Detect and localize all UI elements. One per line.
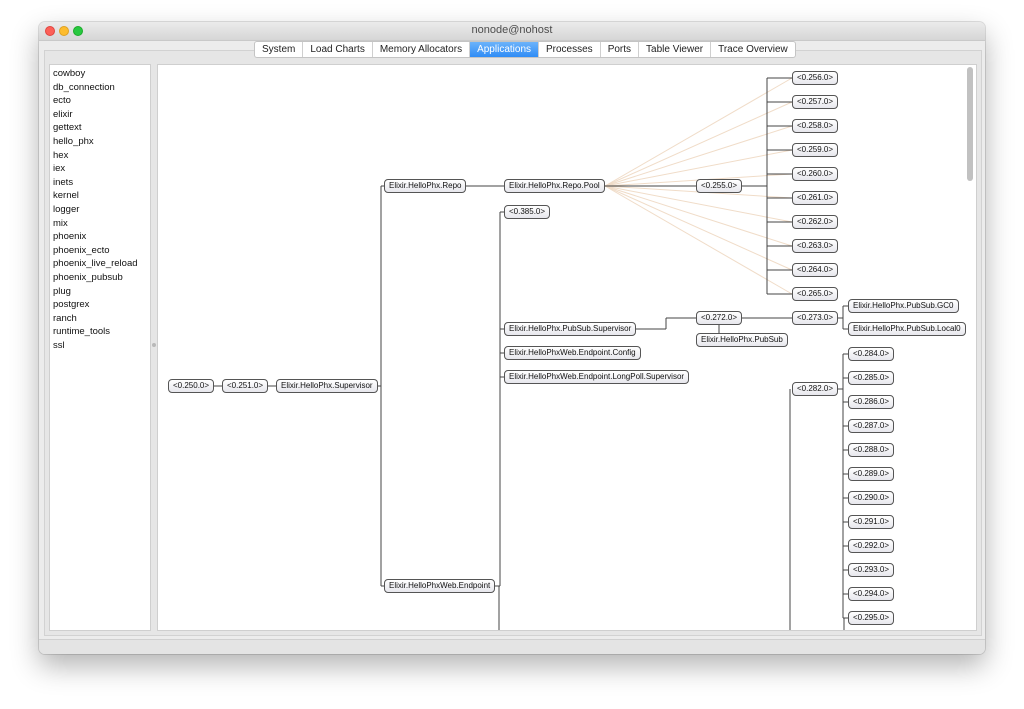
tree-node-n295[interactable]: <0.295.0> (848, 611, 895, 625)
sidebar-item-ecto[interactable]: ecto (50, 94, 150, 108)
tree-node-n260[interactable]: <0.260.0> (792, 167, 839, 181)
tree-node-pubsubsup[interactable]: Elixir.HelloPhx.PubSub.Supervisor (504, 322, 637, 336)
sidebar-item-ssl[interactable]: ssl (50, 339, 150, 353)
tree-node-n282[interactable]: <0.282.0> (792, 382, 839, 396)
tab-memory-allocators[interactable]: Memory Allocators (373, 42, 471, 57)
tree-node-n287[interactable]: <0.287.0> (848, 419, 895, 433)
tree-node-n286[interactable]: <0.286.0> (848, 395, 895, 409)
sidebar-item-mix[interactable]: mix (50, 217, 150, 231)
tree-node-n289[interactable]: <0.289.0> (848, 467, 895, 481)
tree-node-n273[interactable]: <0.273.0> (792, 311, 839, 325)
tree-node-n385[interactable]: <0.385.0> (504, 205, 551, 219)
tree-node-n272[interactable]: <0.272.0> (696, 311, 743, 325)
tree-node-n261[interactable]: <0.261.0> (792, 191, 839, 205)
sidebar-item-plug[interactable]: plug (50, 285, 150, 299)
tree-node-n285[interactable]: <0.285.0> (848, 371, 895, 385)
tree-node-n288[interactable]: <0.288.0> (848, 443, 895, 457)
tree-node-n293[interactable]: <0.293.0> (848, 563, 895, 577)
tree-node-n262[interactable]: <0.262.0> (792, 215, 839, 229)
sidebar-item-hex[interactable]: hex (50, 149, 150, 163)
link-edge-pool-n263 (604, 185, 793, 247)
tree-node-sup[interactable]: Elixir.HelloPhx.Supervisor (276, 379, 378, 393)
tree-node-pool[interactable]: Elixir.HelloPhx.Repo.Pool (504, 179, 605, 193)
tree-node-local0[interactable]: Elixir.HelloPhx.PubSub.Local0 (848, 322, 966, 336)
splitter-handle[interactable] (152, 343, 156, 347)
tree-node-n259[interactable]: <0.259.0> (792, 143, 839, 157)
sidebar-item-hello-phx[interactable]: hello_phx (50, 135, 150, 149)
tree-node-n264[interactable]: <0.264.0> (792, 263, 839, 277)
link-edge-pool-n264 (604, 185, 793, 271)
sidebar-item-postgrex[interactable]: postgrex (50, 298, 150, 312)
tab-load-charts[interactable]: Load Charts (303, 42, 373, 57)
sidebar-item-logger[interactable]: logger (50, 203, 150, 217)
tree-node-n255[interactable]: <0.255.0> (696, 179, 743, 193)
tree-node-epconfig[interactable]: Elixir.HelloPhxWeb.Endpoint.Config (504, 346, 641, 360)
tree-node-n284[interactable]: <0.284.0> (848, 347, 895, 361)
tree-node-longpoll[interactable]: Elixir.HelloPhxWeb.Endpoint.LongPoll.Sup… (504, 370, 690, 384)
supervision-tree-view[interactable]: <0.250.0> <0.251.0> Elixir.HelloPhx.Superv… (157, 64, 977, 631)
sidebar-item-kernel[interactable]: kernel (50, 189, 150, 203)
sidebar-item-phoenix-ecto[interactable]: phoenix_ecto (50, 244, 150, 258)
tab-table-viewer[interactable]: Table Viewer (639, 42, 712, 57)
sidebar-item-runtime-tools[interactable]: runtime_tools (50, 325, 150, 339)
tree-node-n294[interactable]: <0.294.0> (848, 587, 895, 601)
title-bar: nonode@nohost (39, 22, 985, 41)
sidebar-item-iex[interactable]: iex (50, 162, 150, 176)
applications-list[interactable]: cowboy db_connection ecto elixir gettext hell… (49, 64, 151, 631)
tree-node-n257[interactable]: <0.257.0> (792, 95, 839, 109)
sidebar-item-phoenix-live-reload[interactable]: phoenix_live_reload (50, 257, 150, 271)
link-edge-pool-n265 (604, 185, 793, 295)
tab-processes[interactable]: Processes (539, 42, 601, 57)
tree-node-n291[interactable]: <0.291.0> (848, 515, 895, 529)
tree-node-pubsub[interactable]: Elixir.HelloPhx.PubSub (696, 333, 788, 347)
sidebar-item-phoenix-pubsub[interactable]: phoenix_pubsub (50, 271, 150, 285)
tree-node-n290[interactable]: <0.290.0> (848, 491, 895, 505)
tree-node-repo[interactable]: Elixir.HelloPhx.Repo (384, 179, 467, 193)
tree-node-endpoint[interactable]: Elixir.HelloPhxWeb.Endpoint (384, 579, 496, 593)
link-edge-pool-n256 (604, 77, 793, 187)
sidebar-item-inets[interactable]: inets (50, 176, 150, 190)
tab-bar: System Load Charts Memory Allocators Applic… (254, 41, 796, 58)
sidebar-item-gettext[interactable]: gettext (50, 121, 150, 135)
sidebar-item-elixir[interactable]: elixir (50, 108, 150, 122)
app-window: nonode@nohost System Load Charts Memory Al… (39, 22, 985, 654)
sidebar-item-db-connection[interactable]: db_connection (50, 81, 150, 95)
tree-node-n258[interactable]: <0.258.0> (792, 119, 839, 133)
tab-system[interactable]: System (255, 42, 304, 57)
tree-node-n263[interactable]: <0.263.0> (792, 239, 839, 253)
link-edge-pool-n257 (604, 101, 793, 187)
tab-applications[interactable]: Applications (470, 42, 539, 57)
tree-node-n250[interactable]: <0.250.0> (168, 379, 215, 393)
tree-node-gc0[interactable]: Elixir.HelloPhx.PubSub.GC0 (848, 299, 959, 313)
sidebar-item-phoenix[interactable]: phoenix (50, 230, 150, 244)
sidebar-item-ranch[interactable]: ranch (50, 312, 150, 326)
tree-node-n251[interactable]: <0.251.0> (222, 379, 269, 393)
window-title: nonode@nohost (471, 24, 553, 36)
tree-node-n256[interactable]: <0.256.0> (792, 71, 839, 85)
tab-ports[interactable]: Ports (601, 42, 640, 57)
tree-node-n292[interactable]: <0.292.0> (848, 539, 895, 553)
link-edge-pool-n258 (604, 125, 793, 187)
tab-trace-overview[interactable]: Trace Overview (711, 42, 795, 57)
sidebar-item-cowboy[interactable]: cowboy (50, 67, 150, 81)
status-bar (39, 639, 985, 654)
tree-node-n265[interactable]: <0.265.0> (792, 287, 839, 301)
vertical-scrollbar[interactable] (967, 67, 973, 181)
